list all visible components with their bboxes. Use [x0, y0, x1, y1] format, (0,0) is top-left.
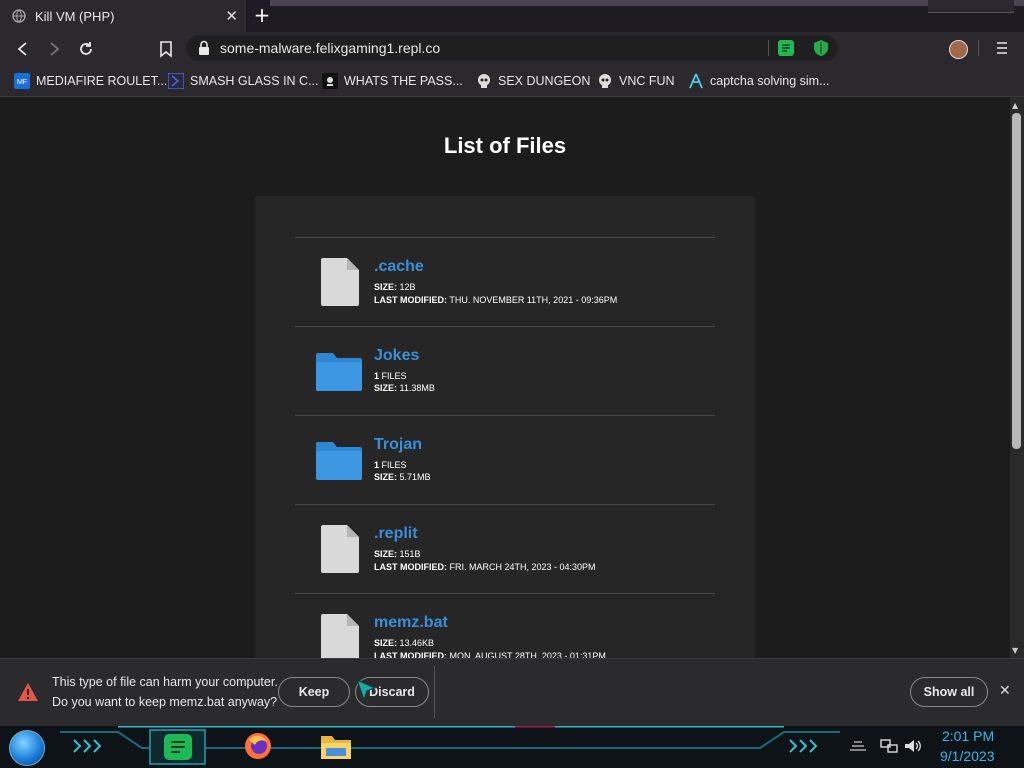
bookmark-item[interactable]: WHATS THE PASS... [322, 72, 463, 90]
file-size: SIZE: 13.46KB [374, 638, 435, 648]
divider [295, 504, 715, 505]
file-size: SIZE: 151B [374, 549, 421, 559]
triangle-logo-icon [689, 73, 703, 89]
reload-icon[interactable] [77, 40, 95, 58]
mediafire-icon: MF [14, 73, 30, 89]
bookmark-item[interactable]: SEX DUNGEON [476, 72, 590, 90]
download-warning-text: This type of file can harm your computer… [52, 675, 278, 689]
new-tab-button[interactable]: + [252, 5, 272, 25]
folder-icon [316, 353, 362, 391]
divider [295, 593, 715, 594]
folder-link[interactable]: Trojan [374, 436, 422, 454]
lock-icon[interactable] [197, 40, 211, 56]
show-all-button[interactable]: Show all [910, 677, 988, 707]
profile-avatar[interactable] [949, 40, 968, 59]
bookmark-label: captcha solving sim... [710, 74, 830, 88]
folder-count: 1 FILES [374, 371, 407, 381]
bookmark-item[interactable]: SMASH GLASS IN C... [168, 72, 319, 90]
file-icon [321, 614, 359, 662]
mouse-cursor-icon [355, 678, 377, 702]
skull-icon [599, 74, 611, 88]
divider [295, 237, 715, 238]
volume-icon[interactable] [904, 738, 922, 754]
toolbar-divider [978, 40, 979, 56]
terminal-icon [322, 73, 338, 89]
file-icon [321, 258, 359, 306]
menu-icon[interactable] [996, 40, 1008, 56]
scroll-down-arrow[interactable]: ▼ [1012, 646, 1018, 655]
bookmark-label: MEDIAFIRE ROULET... [36, 74, 168, 88]
globe-icon [12, 9, 26, 23]
show-hidden-icons-icon[interactable] [848, 740, 868, 754]
file-link[interactable]: .replit [374, 525, 418, 543]
bookmark-label: SEX DUNGEON [498, 74, 591, 88]
warning-icon [18, 683, 38, 701]
skull-icon [478, 74, 490, 88]
file-size: SIZE: 12B [374, 282, 416, 292]
close-tab-icon[interactable]: ✕ [225, 7, 238, 25]
firefox-taskbar-icon[interactable] [243, 731, 273, 761]
bookmark-item[interactable]: captcha solving sim... [688, 72, 830, 90]
taskbar-frame-decoration [60, 726, 840, 765]
browser-tab[interactable]: Kill VM (PHP) ✕ [0, 0, 246, 32]
keep-button[interactable]: Keep [278, 677, 350, 707]
page-title: List of Files [443, 133, 567, 158]
start-orb-button[interactable] [9, 730, 45, 766]
forward-icon[interactable] [45, 40, 63, 58]
divider [295, 326, 715, 327]
file-link[interactable]: memz.bat [374, 614, 448, 632]
tab-title: Kill VM (PHP) [35, 8, 115, 24]
scrollbar-thumb[interactable] [1012, 113, 1021, 449]
close-download-bar-icon[interactable]: ✕ [999, 683, 1011, 699]
folder-icon [316, 442, 362, 480]
extension-chat-icon[interactable] [777, 39, 795, 57]
download-bar [0, 658, 1024, 727]
omnibox-divider [768, 40, 769, 56]
chat-app-taskbar-icon[interactable] [162, 733, 194, 761]
file-explorer-taskbar-icon[interactable] [320, 733, 352, 761]
bookmark-item[interactable]: VNC FUN [597, 72, 675, 90]
folder-link[interactable]: Jokes [374, 347, 419, 365]
svg-text:MF: MF [17, 79, 27, 86]
scroll-up-arrow[interactable]: ▲ [1012, 101, 1018, 110]
tab-strip: Kill VM (PHP) ✕ + [0, 0, 1024, 32]
download-bar-divider [434, 666, 435, 718]
divider [295, 415, 715, 416]
chevron-icon [168, 73, 184, 89]
folder-size: SIZE: 11.38MB [374, 383, 435, 393]
shield-extension-icon[interactable] [812, 39, 830, 57]
file-icon [321, 525, 359, 573]
window-frame-notch [928, 0, 1014, 13]
back-icon[interactable] [14, 40, 32, 58]
url-text[interactable]: some-malware.felixgaming1.repl.co [220, 40, 440, 56]
file-modified: LAST MODIFIED: FRI. MARCH 24TH, 2023 - 0… [374, 562, 596, 572]
file-modified: LAST MODIFIED: THU. NOVEMBER 11TH, 2021 … [374, 295, 618, 305]
bookmark-icon[interactable] [157, 40, 175, 58]
download-warning-question: Do you want to keep memz.bat anyway? [52, 695, 278, 709]
bookmark-label: WHATS THE PASS... [344, 74, 463, 88]
bookmark-label: SMASH GLASS IN C... [190, 74, 319, 88]
clock-date[interactable]: 9/1/2023 [940, 748, 995, 764]
file-link[interactable]: .cache [374, 258, 424, 276]
network-icon[interactable] [880, 738, 898, 754]
folder-count: 1 FILES [374, 460, 407, 470]
clock-time[interactable]: 2:01 PM [942, 728, 994, 744]
folder-size: SIZE: 5.71MB [374, 472, 431, 482]
tab-strip-rim [270, 0, 1024, 6]
bookmark-label: VNC FUN [619, 74, 675, 88]
bookmark-item[interactable]: MF MEDIAFIRE ROULET... [14, 72, 167, 90]
